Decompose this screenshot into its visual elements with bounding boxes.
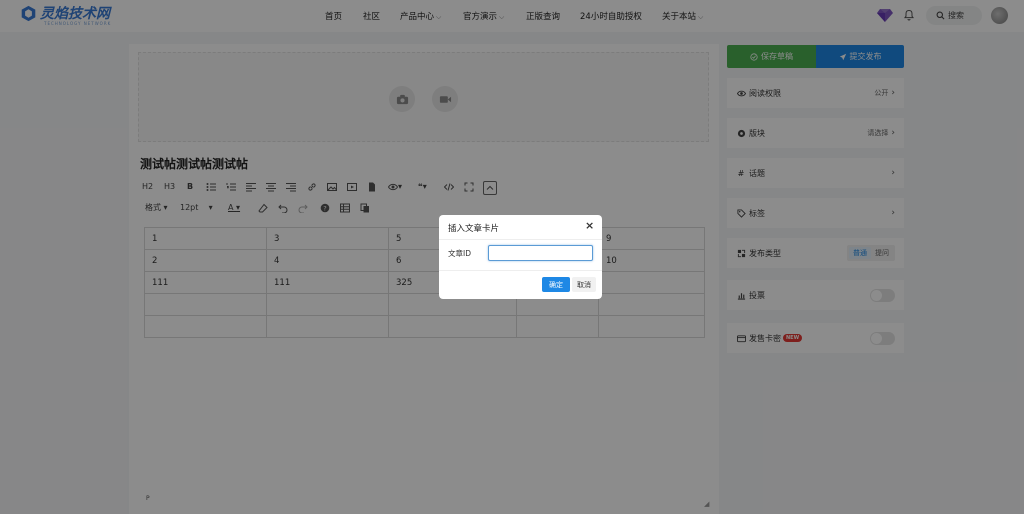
article-id-label: 文章ID [448, 249, 471, 258]
confirm-button[interactable]: 确定 [542, 277, 570, 292]
close-icon[interactable]: × [585, 219, 594, 232]
insert-article-card-dialog: 插入文章卡片 × 文章ID 确定 取消 [439, 215, 602, 299]
dialog-title: 插入文章卡片 [448, 224, 500, 234]
article-id-input[interactable] [488, 245, 593, 261]
cancel-button[interactable]: 取消 [572, 277, 596, 292]
divider [439, 239, 602, 240]
divider [439, 270, 602, 271]
